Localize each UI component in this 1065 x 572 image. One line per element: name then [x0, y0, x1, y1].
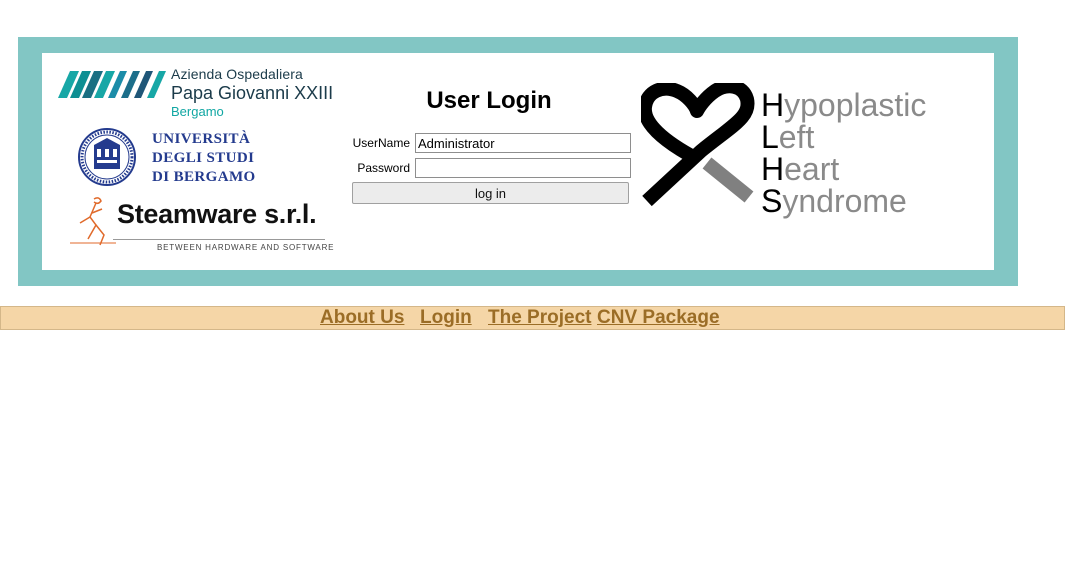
main-nav: About Us Login The Project CNV Package: [0, 306, 1065, 330]
hlhs-word-2: Left: [761, 119, 815, 155]
login-form: User Login UserName Password log in: [352, 53, 632, 270]
university-seal-icon: [78, 128, 136, 186]
hlhs-word-1: Hypoplastic: [761, 87, 927, 123]
hospital-xxiii-mark-icon: [58, 71, 166, 98]
username-input[interactable]: [415, 133, 631, 153]
steamware-name: Steamware s.r.l.: [117, 199, 317, 229]
university-logo: UNIVERSITÀ DEGLI STUDI DI BERGAMO: [77, 127, 277, 187]
nav-link-cnv-package[interactable]: CNV Package: [597, 307, 720, 329]
password-input[interactable]: [415, 158, 631, 178]
hlhs-word-4: Syndrome: [761, 183, 907, 219]
hospital-logo: Azienda Ospedaliera Papa Giovanni XXIII …: [58, 66, 343, 119]
steamware-figure-icon: [70, 197, 116, 246]
hlhs-wordmark: Hypoplastic Left Heart Syndrome: [761, 89, 926, 217]
steamware-logo: Steamware s.r.l. BETWEEN HARDWARE AND SO…: [68, 195, 333, 255]
university-name-line3: DI BERGAMO: [152, 169, 256, 185]
hospital-name-line1: Azienda Ospedaliera: [171, 66, 303, 82]
steamware-tagline: BETWEEN HARDWARE AND SOFTWARE: [157, 243, 335, 252]
nav-link-about-us[interactable]: About Us: [320, 307, 404, 329]
login-title: User Login: [426, 87, 552, 114]
password-label: Password: [357, 161, 410, 175]
username-label: UserName: [352, 136, 410, 150]
header-panel: Azienda Ospedaliera Papa Giovanni XXIII …: [42, 53, 994, 270]
steamware-divider: [113, 239, 325, 240]
university-name-line2: DEGLI STUDI: [152, 150, 255, 166]
nav-link-the-project[interactable]: The Project: [488, 307, 591, 329]
hlhs-logo: Hypoplastic Left Heart Syndrome: [639, 81, 939, 231]
hospital-name-line2: Papa Giovanni XXIII: [171, 83, 334, 103]
hlhs-word-3: Heart: [761, 151, 840, 187]
heart-ribbon-icon: [641, 83, 755, 207]
hospital-city: Bergamo: [171, 104, 224, 119]
login-button[interactable]: log in: [352, 182, 629, 204]
header-frame: Azienda Ospedaliera Papa Giovanni XXIII …: [18, 37, 1018, 286]
nav-link-login[interactable]: Login: [420, 307, 472, 329]
university-name-line1: UNIVERSITÀ: [152, 131, 251, 147]
